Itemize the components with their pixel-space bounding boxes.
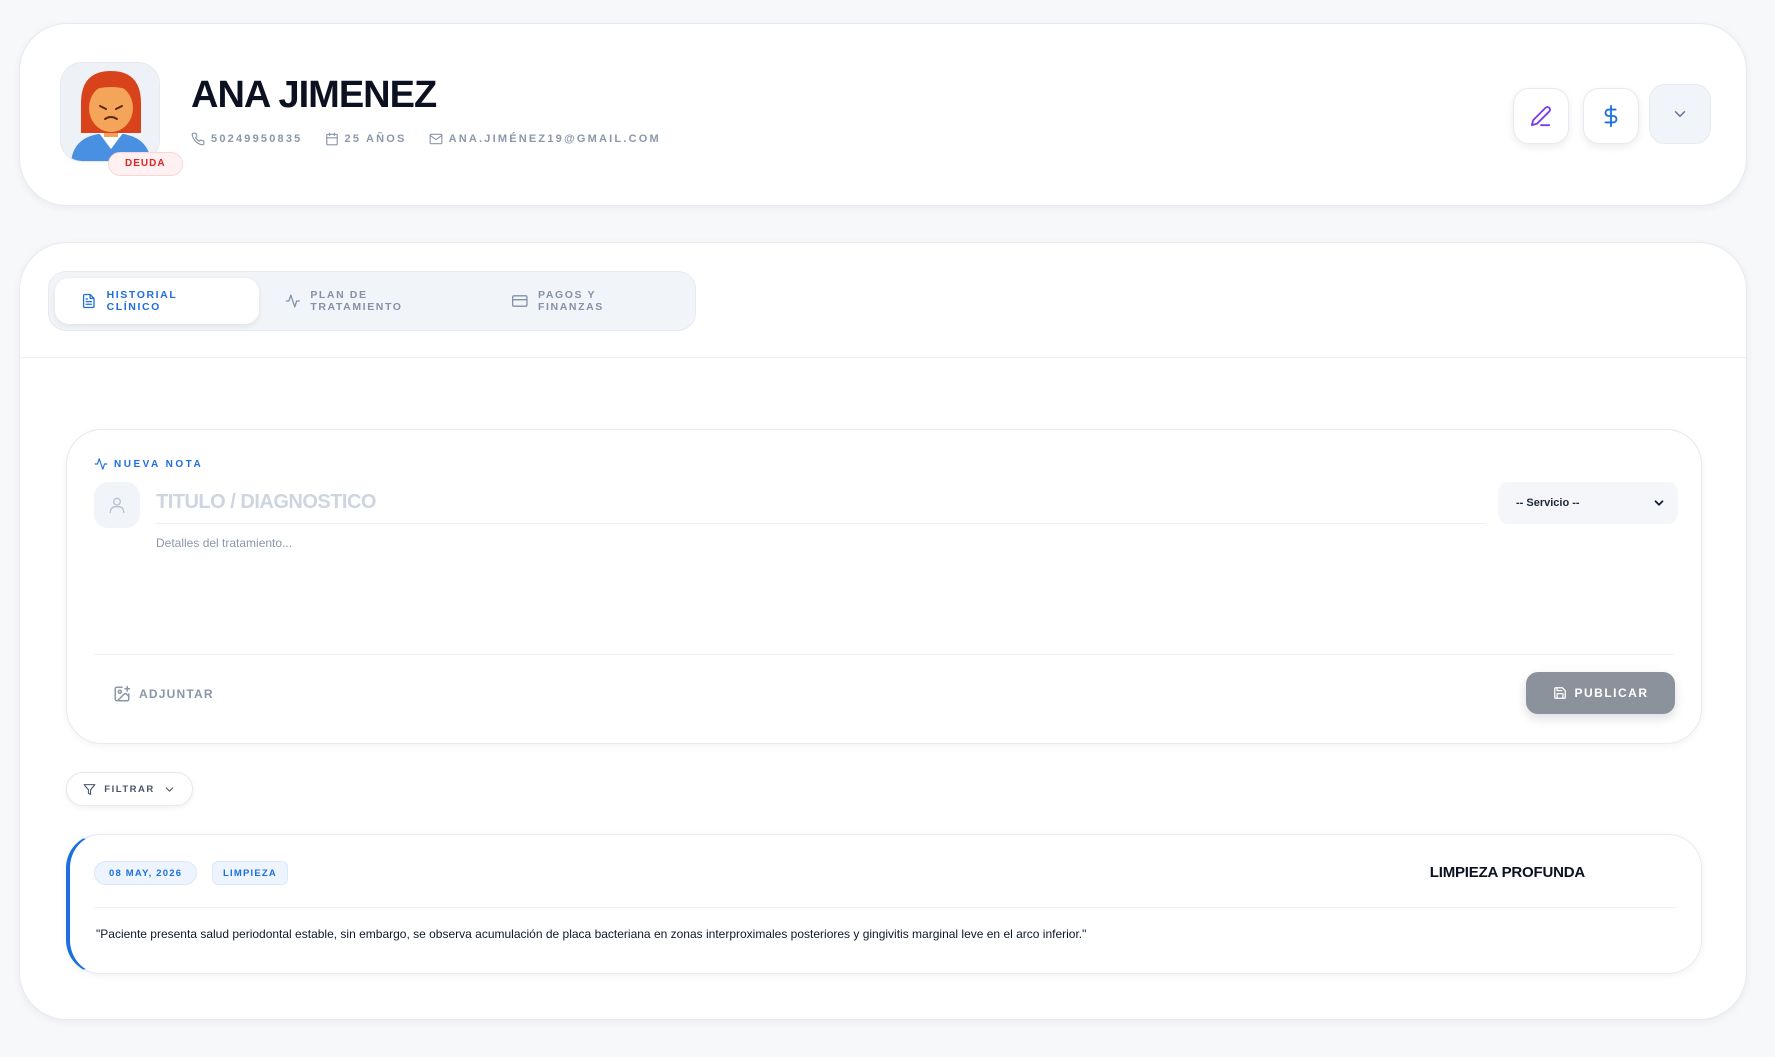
attach-button[interactable]: ADJUNTAR xyxy=(113,685,214,703)
save-icon xyxy=(1553,687,1566,699)
tab-bar: HISTORIAL CLÍNICO PLAN DE TRATAMIENTO PA… xyxy=(48,271,696,331)
new-note-form: NUEVA NOTA -- Servicio -- ADJUNTAR PUBLI… xyxy=(66,429,1702,744)
tab-label: PLAN DE TRATAMIENTO xyxy=(310,289,403,313)
payment-button[interactable] xyxy=(1583,88,1639,144)
form-divider xyxy=(94,654,1674,655)
record-title: LIMPIEZA PROFUNDA xyxy=(1429,864,1585,881)
clinical-record-card[interactable]: 08 MAY, 2026 LIMPIEZA LIMPIEZA PROFUNDA … xyxy=(66,834,1702,974)
service-select[interactable]: -- Servicio -- xyxy=(1498,482,1678,524)
clinical-main-card: HISTORIAL CLÍNICO PLAN DE TRATAMIENTO PA… xyxy=(19,242,1747,1020)
email-text: ANA.JIMÉNEZ19@GMAIL.COM xyxy=(448,133,661,145)
record-note-text: "Paciente presenta salud periodontal est… xyxy=(96,927,1087,941)
new-note-label-text: NUEVA NOTA xyxy=(114,458,204,470)
calendar-icon xyxy=(325,132,338,146)
user-icon xyxy=(109,497,125,514)
title-diagnosis-input[interactable] xyxy=(156,482,1486,524)
document-icon xyxy=(82,293,95,309)
avatar xyxy=(60,62,160,162)
tab-label: HISTORIAL CLÍNICO xyxy=(106,289,178,313)
filter-label: FILTRAR xyxy=(104,783,155,795)
more-options-button[interactable] xyxy=(1649,84,1711,144)
edit-patient-button[interactable] xyxy=(1513,88,1569,144)
author-avatar xyxy=(94,482,140,528)
chevron-down-icon xyxy=(1654,500,1664,506)
publish-label: PUBLICAR xyxy=(1574,686,1649,700)
attach-label: ADJUNTAR xyxy=(139,687,214,701)
pencil-icon xyxy=(1530,106,1551,127)
treatment-details-input[interactable] xyxy=(156,536,1676,636)
phone-icon xyxy=(191,132,205,146)
tab-divider xyxy=(20,357,1746,358)
filter-icon xyxy=(83,783,96,795)
age-text: 25 AÑOS xyxy=(344,133,407,145)
patient-avatar-illustration xyxy=(61,63,159,161)
tab-historial-clinico[interactable]: HISTORIAL CLÍNICO xyxy=(55,278,259,324)
debt-status-badge: DEUDA xyxy=(108,152,183,176)
filter-button[interactable]: FILTRAR xyxy=(66,772,193,806)
dollar-icon xyxy=(1604,105,1618,127)
service-select-value: -- Servicio -- xyxy=(1516,497,1580,509)
image-plus-icon xyxy=(114,685,131,702)
activity-icon xyxy=(285,294,300,308)
record-date-chip: 08 MAY, 2026 xyxy=(94,861,198,885)
publish-button[interactable]: PUBLICAR xyxy=(1526,672,1675,714)
age-info: 25 AÑOS xyxy=(325,132,407,146)
record-category-chip: LIMPIEZA xyxy=(212,861,288,885)
activity-icon xyxy=(94,458,108,470)
tab-plan-de-tratamiento[interactable]: PLAN DE TRATAMIENTO xyxy=(259,278,487,324)
credit-card-icon xyxy=(512,295,528,307)
new-note-label: NUEVA NOTA xyxy=(94,457,203,471)
patient-header-card: DEUDA ANA JIMENEZ 50249950835 25 AÑOS AN… xyxy=(19,23,1747,206)
phone-info: 50249950835 xyxy=(191,132,303,146)
patient-meta: 50249950835 25 AÑOS ANA.JIMÉNEZ19@GMAIL.… xyxy=(191,132,661,146)
patient-name: ANA JIMENEZ xyxy=(191,74,437,116)
chevron-down-icon xyxy=(165,786,174,792)
phone-text: 50249950835 xyxy=(211,133,303,145)
tab-label: PAGOS Y FINANZAS xyxy=(538,289,604,313)
email-info: ANA.JIMÉNEZ19@GMAIL.COM xyxy=(429,132,661,146)
record-divider xyxy=(94,907,1677,908)
tab-pagos-y-finanzas[interactable]: PAGOS Y FINANZAS xyxy=(486,278,689,324)
chevron-down-icon xyxy=(1674,111,1686,117)
mail-icon xyxy=(429,133,442,145)
